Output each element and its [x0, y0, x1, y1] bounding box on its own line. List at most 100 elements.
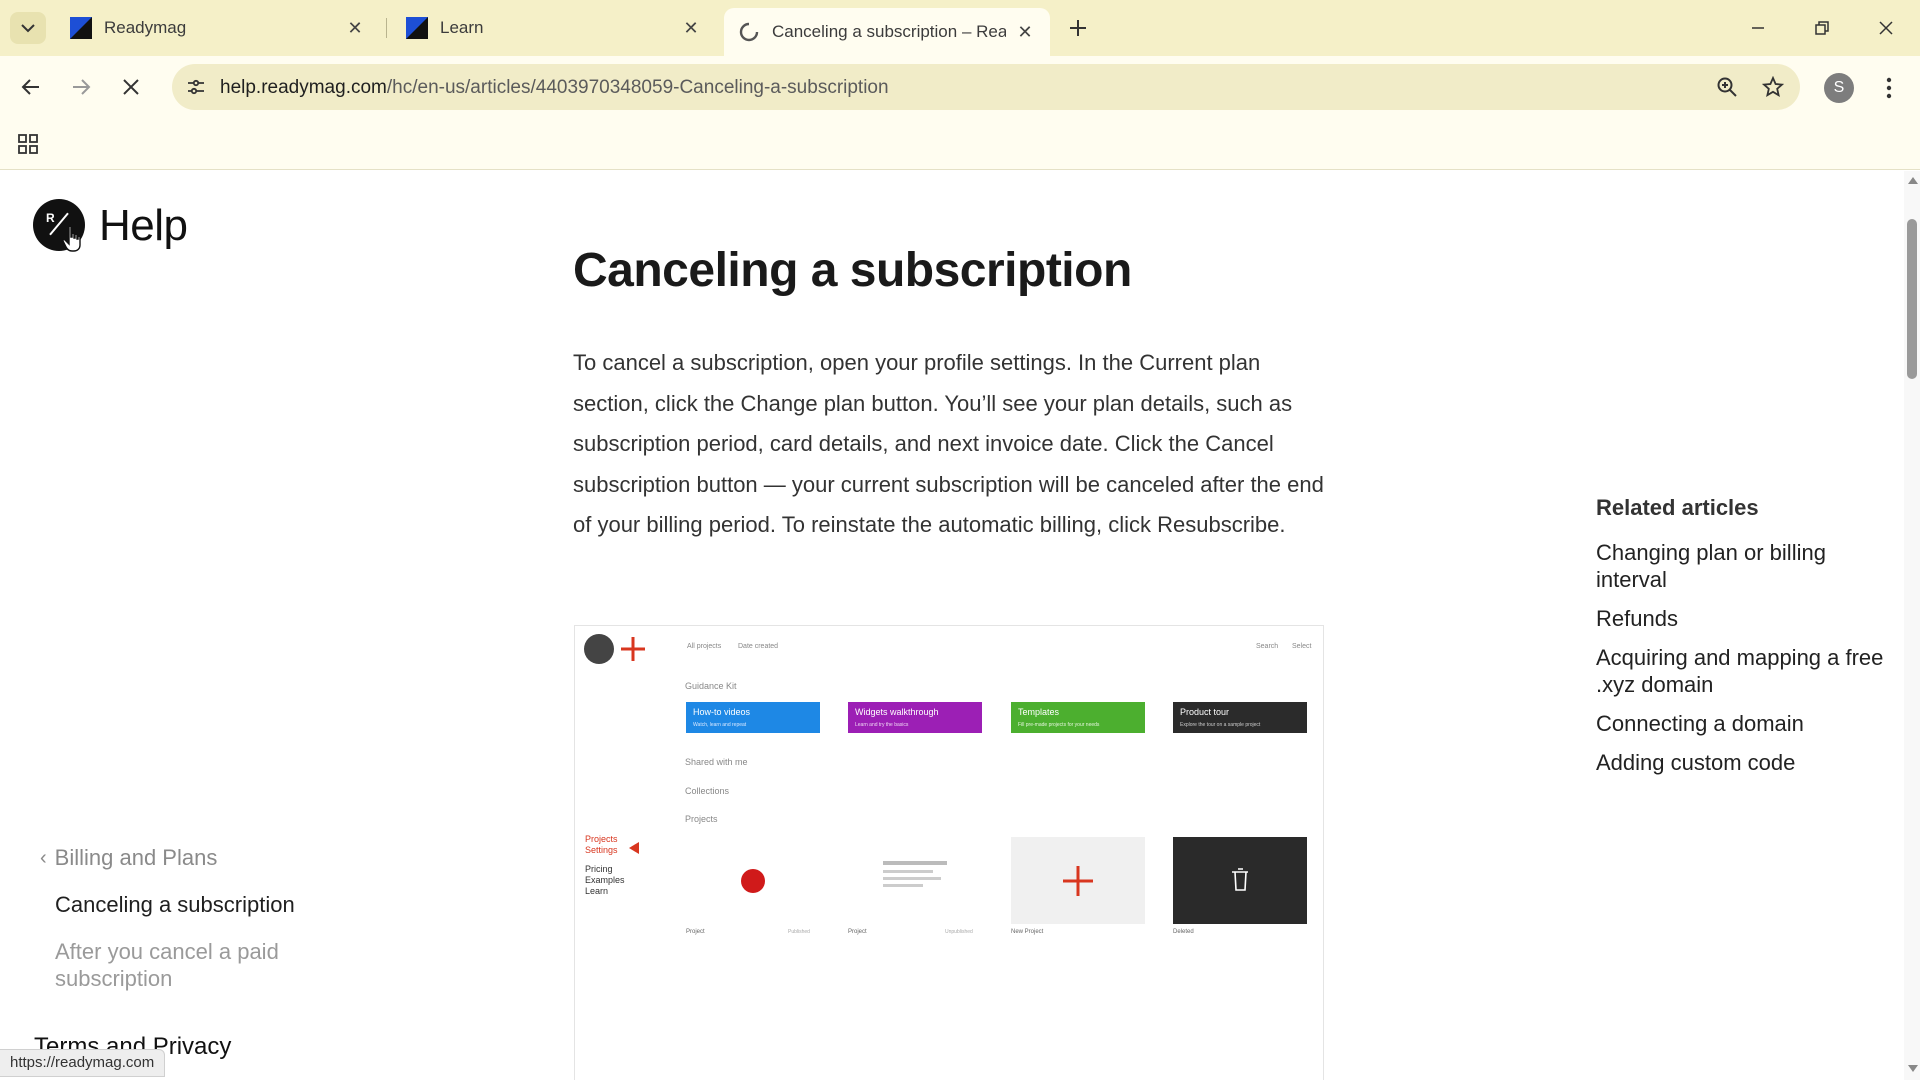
project-thumb-line	[883, 884, 923, 887]
help-page: R Help Canceling a subscription To cance…	[0, 171, 1904, 1080]
new-tab-button[interactable]	[1060, 12, 1096, 44]
scrollbar-thumb[interactable]	[1907, 219, 1917, 379]
help-title[interactable]: Help	[99, 201, 188, 251]
sidebar-item-after-cancel[interactable]: After you cancel a paid subscription	[40, 938, 340, 992]
dashboard-illustration: All projects Date created Search Select …	[584, 634, 1312, 935]
project-thumb-dot	[741, 869, 765, 893]
menu-item: Settings	[585, 845, 618, 855]
card-subtitle: Watch, learn and repeat	[693, 722, 747, 728]
section-label: Projects	[685, 814, 718, 824]
related-link[interactable]: Refunds	[1596, 605, 1886, 632]
menu-item: Pricing	[585, 864, 613, 874]
card-title: Product tour	[1180, 707, 1229, 717]
tab-learn[interactable]: Learn ✕	[392, 8, 716, 48]
project-thumb-line	[883, 877, 941, 880]
project-meta: Unpublished	[945, 929, 973, 935]
address-bar[interactable]: help.readymag.com/hc/en-us/articles/4403…	[172, 64, 1800, 110]
project-label: Deleted	[1173, 929, 1194, 935]
related-link[interactable]: Acquiring and mapping a free .xyz domain	[1596, 644, 1886, 698]
tab-title: Canceling a subscription – Reac	[772, 22, 1006, 41]
minimize-button[interactable]	[1728, 8, 1788, 48]
more-vertical-icon	[1886, 77, 1892, 99]
card-subtitle: Fill pre-made projects for your needs	[1018, 722, 1100, 728]
project-thumb-line	[883, 861, 947, 865]
url-path: /hc/en-us/articles/4403970348059-Canceli…	[386, 77, 889, 98]
close-window-button[interactable]	[1856, 8, 1916, 48]
top-link: All projects	[687, 643, 722, 650]
tab-canceling-subscription[interactable]: Canceling a subscription – Reac ✕	[724, 8, 1050, 56]
section-label: Collections	[685, 786, 730, 796]
url-text: help.readymag.com/hc/en-us/articles/4403…	[220, 77, 889, 99]
menu-item: Projects	[585, 834, 618, 844]
related-link[interactable]: Adding custom code	[1596, 749, 1886, 776]
card-subtitle: Learn and try the basics	[855, 722, 909, 728]
star-icon	[1762, 76, 1784, 98]
project-label: Project	[686, 929, 705, 935]
sidebar-back-label: Billing and Plans	[54, 845, 218, 870]
arrow-left-icon	[21, 79, 39, 95]
page-scrollbar[interactable]	[1904, 171, 1920, 1080]
card-title: How-to videos	[693, 707, 751, 717]
bookmark-button[interactable]	[1758, 72, 1788, 102]
related-articles: Related articles Changing plan or billin…	[1596, 495, 1886, 788]
section-label: Shared with me	[685, 757, 748, 767]
zoom-button[interactable]	[1712, 72, 1742, 102]
plus-icon	[1070, 20, 1086, 36]
menu-item: Learn	[585, 886, 608, 896]
apps-grid-icon[interactable]	[14, 130, 42, 158]
zoom-icon	[1717, 77, 1737, 97]
card-title: Widgets walkthrough	[855, 707, 939, 717]
sidebar-back-link[interactable]: ‹ Billing and Plans	[40, 845, 340, 871]
tab-title: Learn	[440, 18, 484, 37]
scroll-down-arrow-icon[interactable]	[1908, 1065, 1918, 1072]
close-icon[interactable]: ✕	[344, 17, 366, 39]
related-heading: Related articles	[1596, 495, 1759, 520]
minimize-icon	[1752, 27, 1764, 29]
top-right-link: Search	[1256, 643, 1278, 650]
hand-cursor-icon	[62, 225, 81, 252]
readymag-logo-icon	[406, 17, 428, 39]
top-link: Date created	[738, 643, 778, 650]
project-label: New Project	[1011, 929, 1044, 935]
profile-avatar[interactable]: S	[1824, 73, 1854, 103]
deleted-tile	[1173, 837, 1307, 924]
pointer-arrow-icon	[629, 842, 639, 854]
card-title: Templates	[1018, 707, 1060, 717]
scroll-up-arrow-icon[interactable]	[1908, 177, 1918, 184]
bookmarks-bar	[0, 118, 1920, 170]
sidebar-item-canceling-subscription[interactable]: Canceling a subscription	[40, 891, 340, 918]
tab-title: Readymag	[104, 18, 187, 37]
tab-search-button[interactable]	[10, 12, 46, 44]
site-settings-icon[interactable]	[182, 73, 210, 101]
plus-icon	[621, 637, 645, 661]
browser-menu-button[interactable]	[1874, 72, 1904, 104]
project-label: Project	[848, 929, 867, 935]
related-link[interactable]: Changing plan or billing interval	[1596, 539, 1886, 593]
article-screenshot: All projects Date created Search Select …	[574, 625, 1324, 1080]
chevron-down-icon	[21, 24, 35, 33]
close-icon[interactable]: ✕	[680, 17, 702, 39]
menu-item: Examples	[585, 875, 625, 885]
tab-strip: Readymag ✕ Learn ✕ Canceling a subscript…	[0, 0, 1920, 56]
restore-button[interactable]	[1792, 8, 1852, 48]
card-subtitle: Explore the tour on a sample project	[1180, 722, 1261, 728]
forward-button[interactable]	[62, 68, 100, 106]
project-meta: Published	[788, 929, 810, 935]
stop-loading-button[interactable]	[112, 68, 150, 106]
url-host: help.readymag.com	[220, 77, 387, 98]
loading-spinner-icon	[739, 22, 759, 42]
chevron-left-icon: ‹	[40, 846, 47, 869]
tab-readymag[interactable]: Readymag ✕	[56, 8, 380, 48]
arrow-right-icon	[73, 79, 91, 95]
back-button[interactable]	[12, 68, 50, 106]
close-icon	[123, 79, 139, 95]
readymag-logo-icon	[70, 17, 92, 39]
top-right-link: Select	[1292, 643, 1312, 650]
logo-letter: R	[46, 211, 55, 225]
article-title: Canceling a subscription	[573, 244, 1132, 297]
related-link[interactable]: Connecting a domain	[1596, 710, 1886, 737]
browser-toolbar: help.readymag.com/hc/en-us/articles/4403…	[0, 56, 1920, 118]
close-icon	[1879, 21, 1893, 35]
tab-separator	[386, 18, 387, 38]
close-icon[interactable]: ✕	[1014, 21, 1036, 43]
